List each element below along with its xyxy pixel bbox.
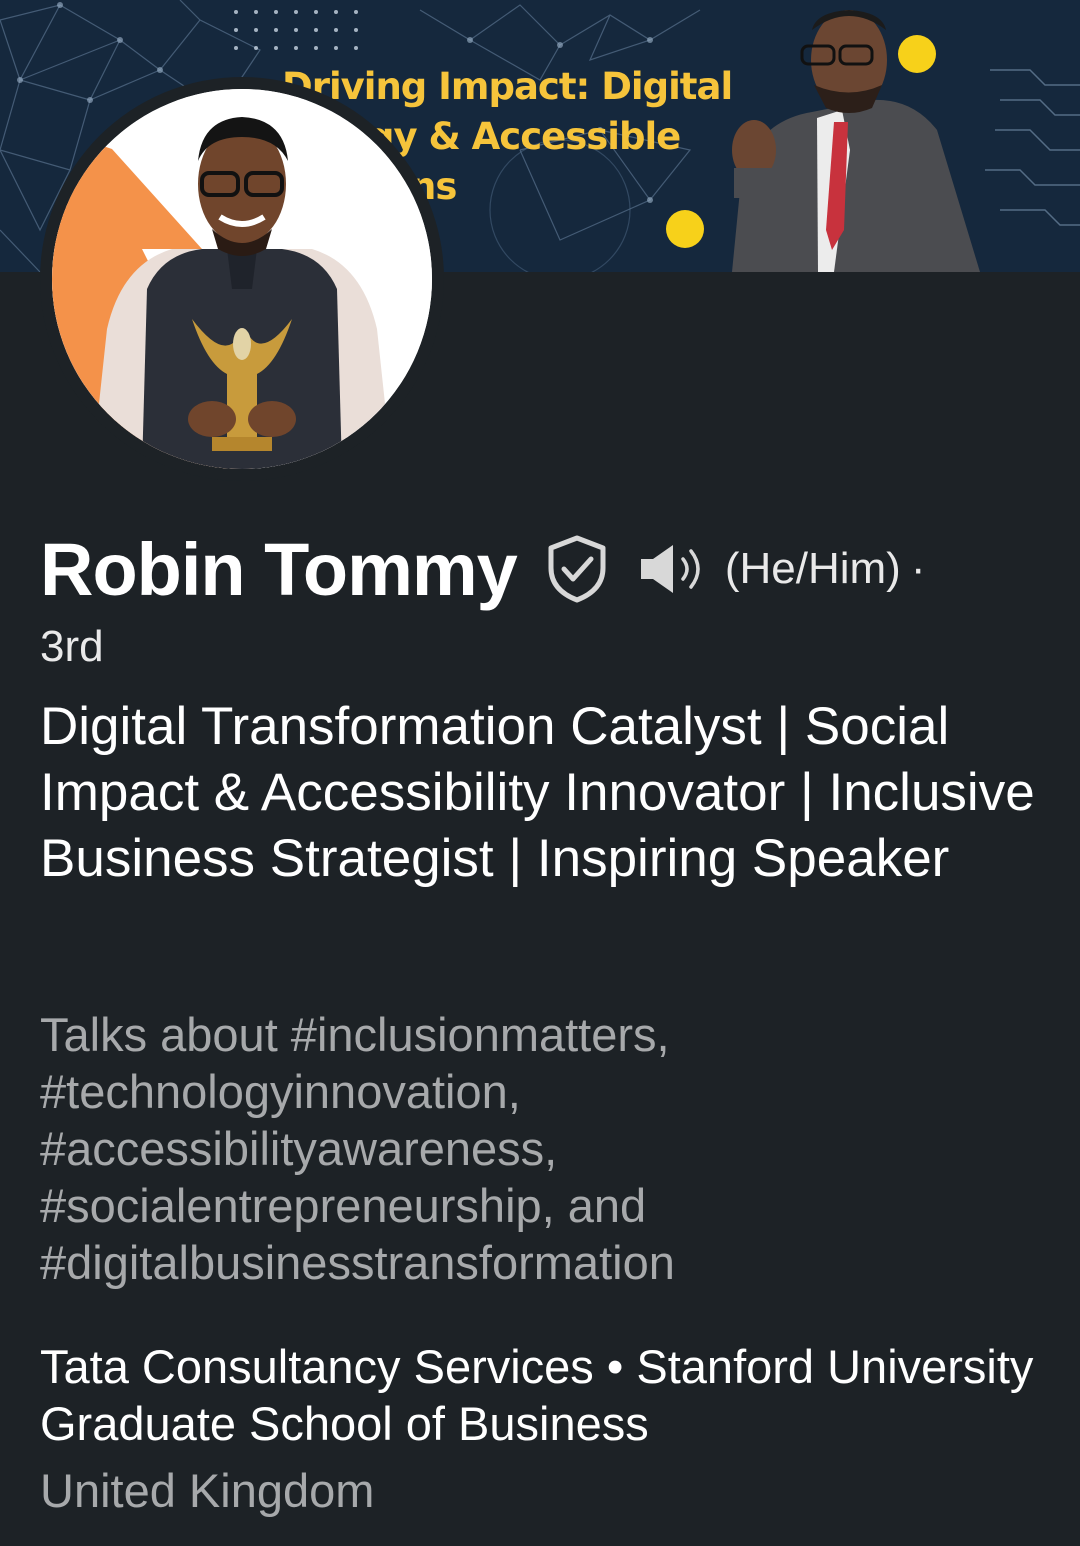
- speaker-icon[interactable]: [639, 539, 711, 599]
- separator-dot: ·: [910, 544, 926, 593]
- profile-photo-frame[interactable]: [40, 77, 444, 481]
- talks-about[interactable]: Talks about #inclusionmatters, #technolo…: [40, 1006, 1040, 1291]
- profile-photo[interactable]: [52, 89, 432, 469]
- avatar-image: [52, 89, 432, 469]
- name-row: Robin Tommy (He/Him) ·: [40, 524, 1060, 614]
- pronouns: (He/Him): [724, 544, 901, 593]
- connection-degree: 3rd: [40, 622, 104, 671]
- location: United Kingdom: [40, 1464, 375, 1517]
- company-education[interactable]: Tata Consultancy Services • Stanford Uni…: [40, 1338, 1040, 1452]
- profile-name: Robin Tommy: [40, 527, 518, 611]
- shield-check-icon[interactable]: [545, 534, 609, 604]
- profile-headline: Digital Transformation Catalyst | Social…: [40, 697, 1035, 888]
- speaker-photo: [732, 10, 980, 272]
- decorative-dot: [666, 210, 704, 248]
